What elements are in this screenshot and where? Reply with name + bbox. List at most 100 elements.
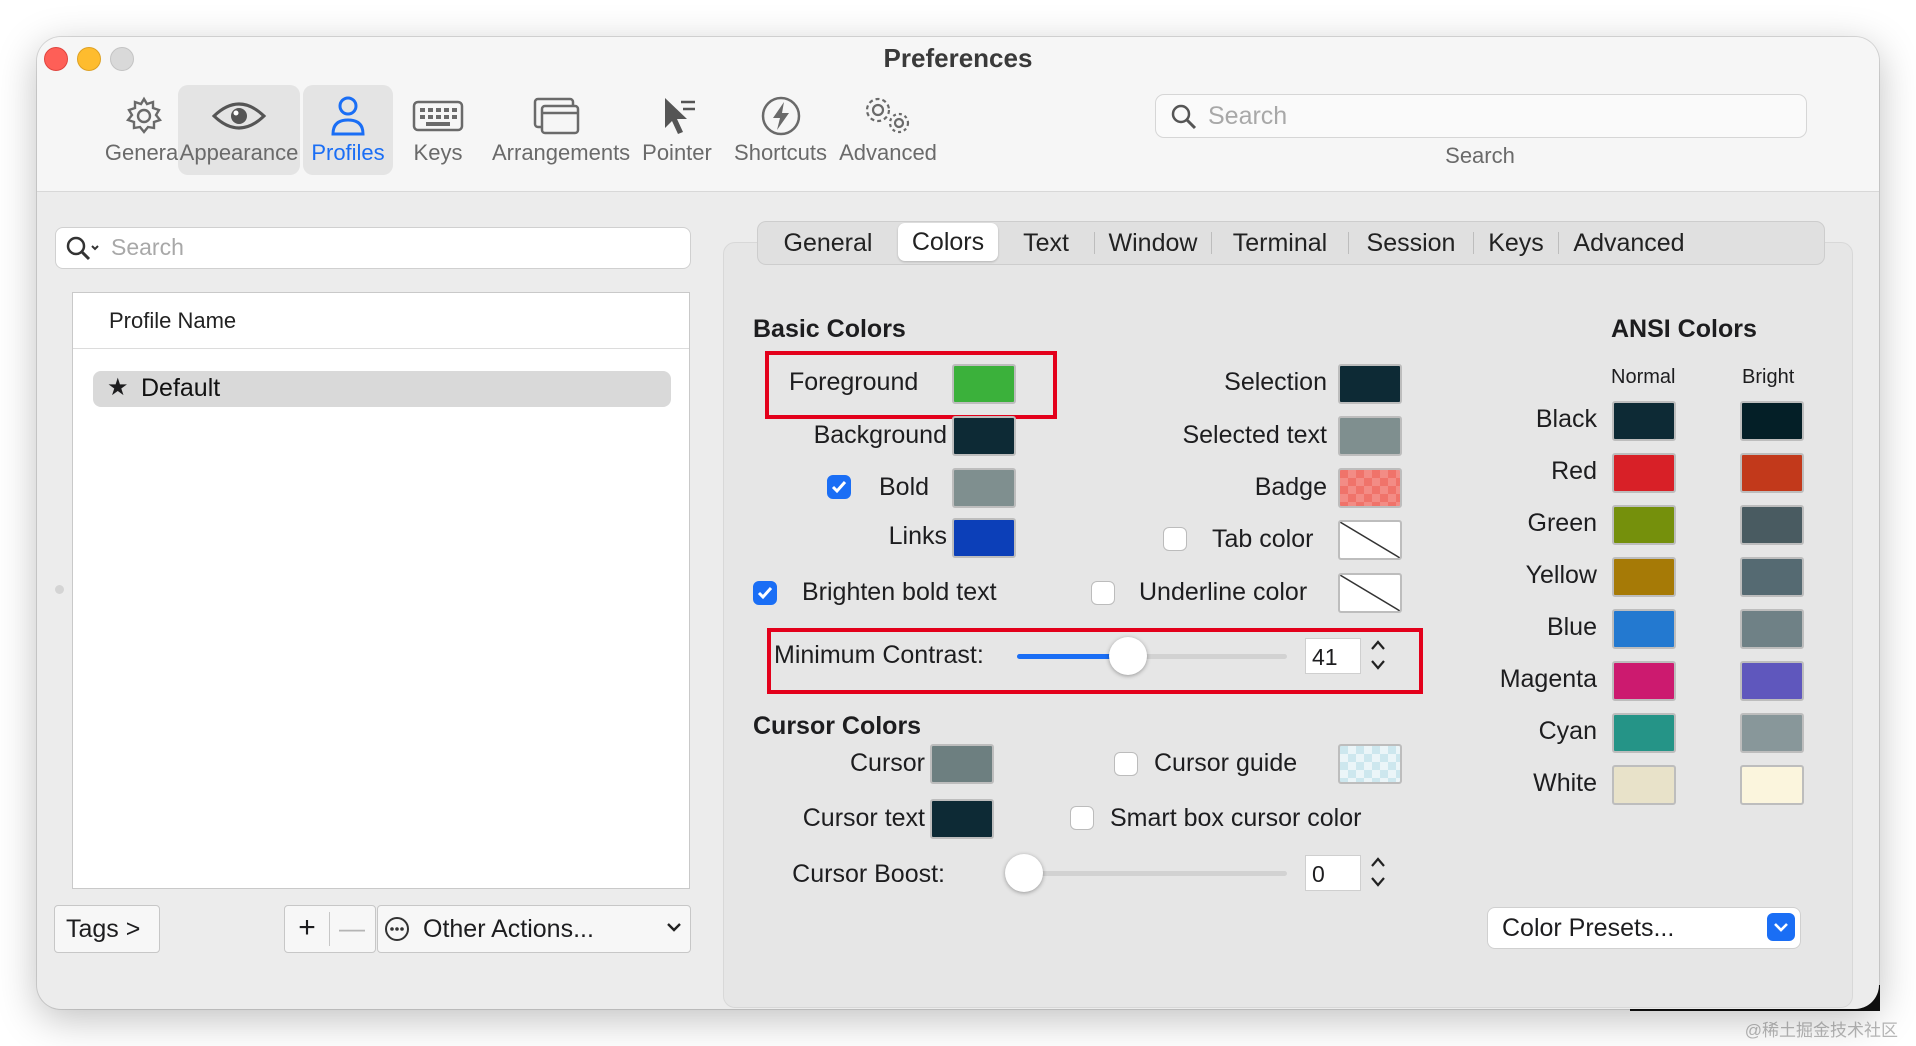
tab-color-checkbox[interactable] [1163, 527, 1187, 551]
bold-color-well[interactable] [952, 468, 1016, 508]
add-remove-control: + — [284, 905, 376, 953]
foreground-color-well[interactable] [952, 364, 1016, 404]
remove-profile-button[interactable]: — [330, 906, 374, 952]
toolbar-keys[interactable]: Keys [397, 85, 479, 175]
selected-text-label: Selected text [1182, 421, 1327, 449]
ansi-label-magenta: Magenta [1499, 665, 1597, 693]
eye-icon [178, 93, 300, 139]
tab-text[interactable]: Text [998, 222, 1094, 264]
toolbar-search-field[interactable]: Search [1155, 94, 1807, 138]
add-profile-button[interactable]: + [285, 906, 329, 952]
profile-list-header[interactable]: Profile Name [73, 293, 689, 349]
ansi-normal-red-well[interactable] [1612, 453, 1676, 493]
basic-colors-heading: Basic Colors [753, 315, 906, 343]
stepper-arrows-icon [1371, 640, 1385, 670]
toolbar-appearance[interactable]: Appearance [178, 85, 300, 175]
toolbar-shortcuts[interactable]: Shortcuts [723, 85, 838, 175]
cursor-boost-stepper[interactable] [1367, 853, 1389, 891]
toolbar-profiles-label: Profiles [311, 140, 385, 165]
ansi-bright-black-well[interactable] [1740, 401, 1804, 441]
tab-session[interactable]: Session [1349, 222, 1473, 264]
ansi-normal-green-well[interactable] [1612, 505, 1676, 545]
ansi-bright-white-well[interactable] [1740, 765, 1804, 805]
toolbar-shortcuts-label: Shortcuts [734, 140, 827, 165]
toolbar-profiles[interactable]: Profiles [303, 85, 393, 175]
toolbar-pointer-label: Pointer [642, 140, 712, 165]
toolbar-appearance-label: Appearance [179, 140, 299, 165]
ansi-normal-yellow-well[interactable] [1612, 557, 1676, 597]
no-color-icon [1340, 575, 1400, 611]
checkmark-icon [757, 587, 773, 600]
ansi-bright-cyan-well[interactable] [1740, 713, 1804, 753]
tab-terminal[interactable]: Terminal [1212, 222, 1348, 264]
ansi-normal-black-well[interactable] [1612, 401, 1676, 441]
color-presets-label: Color Presets... [1502, 914, 1675, 942]
underline-color-checkbox[interactable] [1091, 581, 1115, 605]
cursor-color-well[interactable] [930, 744, 994, 784]
minimum-contrast-label: Minimum Contrast: [774, 641, 984, 669]
tab-keys[interactable]: Keys [1474, 222, 1558, 264]
tab-general[interactable]: General [758, 222, 898, 264]
ansi-label-blue: Blue [1546, 613, 1597, 641]
minimum-contrast-field[interactable]: 41 [1305, 638, 1361, 674]
cursor-boost-label: Cursor Boost: [792, 860, 945, 888]
ansi-label-yellow: Yellow [1525, 561, 1597, 589]
cursor-boost-field[interactable]: 0 [1305, 855, 1361, 891]
selection-color-well[interactable] [1338, 364, 1402, 404]
tab-color-well[interactable] [1338, 520, 1402, 560]
tab-colors[interactable]: Colors [898, 223, 998, 261]
smart-box-cursor-checkbox[interactable] [1070, 806, 1094, 830]
badge-color-well[interactable] [1338, 468, 1402, 508]
person-icon [303, 93, 393, 139]
toolbar-search-placeholder: Search [1208, 102, 1288, 130]
cursor-colors-heading: Cursor Colors [753, 712, 922, 740]
ansi-bright-yellow-well[interactable] [1740, 557, 1804, 597]
foreground-label: Foreground [789, 368, 919, 396]
tab-window[interactable]: Window [1095, 222, 1211, 264]
tags-button[interactable]: Tags > [54, 905, 160, 953]
toolbar-advanced[interactable]: Advanced [833, 85, 943, 175]
sidebar-divider-handle[interactable] [55, 585, 64, 594]
selection-label: Selection [1224, 368, 1327, 396]
ansi-normal-white-well[interactable] [1612, 765, 1676, 805]
ansi-bright-magenta-well[interactable] [1740, 661, 1804, 701]
checkmark-icon [831, 481, 847, 494]
color-presets-button[interactable]: Color Presets... [1487, 907, 1801, 949]
underline-color-label: Underline color [1139, 578, 1308, 606]
pointer-icon [632, 93, 722, 139]
bold-checkbox[interactable] [827, 475, 851, 499]
brighten-bold-label: Brighten bold text [802, 578, 997, 606]
minimum-contrast-slider[interactable] [1017, 637, 1287, 675]
ansi-bright-red-well[interactable] [1740, 453, 1804, 493]
cursor-guide-checkbox[interactable] [1114, 752, 1138, 776]
stepper-arrows-icon [1371, 857, 1385, 887]
ansi-normal-blue-well[interactable] [1612, 609, 1676, 649]
underline-color-well[interactable] [1338, 573, 1402, 613]
other-actions-button[interactable]: Other Actions... [377, 905, 691, 953]
ansi-normal-magenta-well[interactable] [1612, 661, 1676, 701]
toolbar-arrangements[interactable]: Arrangements [492, 85, 630, 175]
ansi-bright-green-well[interactable] [1740, 505, 1804, 545]
selected-text-color-well[interactable] [1338, 416, 1402, 456]
brighten-bold-checkbox[interactable] [753, 581, 777, 605]
profile-row[interactable]: ★ Default [93, 371, 671, 407]
slider-knob[interactable] [1109, 637, 1147, 675]
minimum-contrast-stepper[interactable] [1367, 636, 1389, 674]
cursor-guide-color-well[interactable] [1338, 744, 1402, 784]
ansi-normal-cyan-well[interactable] [1612, 713, 1676, 753]
links-color-well[interactable] [952, 518, 1016, 558]
profile-search-field[interactable]: Search [55, 227, 691, 269]
cursor-text-color-well[interactable] [930, 799, 994, 839]
background-color-well[interactable] [952, 416, 1016, 456]
tab-advanced[interactable]: Advanced [1559, 222, 1699, 264]
cursor-boost-slider[interactable] [1005, 854, 1287, 892]
profile-name: Default [141, 374, 221, 402]
ansi-bright-blue-well[interactable] [1740, 609, 1804, 649]
slider-knob[interactable] [1005, 854, 1043, 892]
background-label: Background [813, 421, 947, 449]
toolbar-pointer[interactable]: Pointer [632, 85, 722, 175]
ansi-label-black: Black [1535, 405, 1597, 433]
titlebar: Preferences General Appearance Profiles … [37, 37, 1879, 192]
ansi-label-white: White [1533, 769, 1597, 797]
preferences-window: Preferences General Appearance Profiles … [37, 37, 1879, 1009]
